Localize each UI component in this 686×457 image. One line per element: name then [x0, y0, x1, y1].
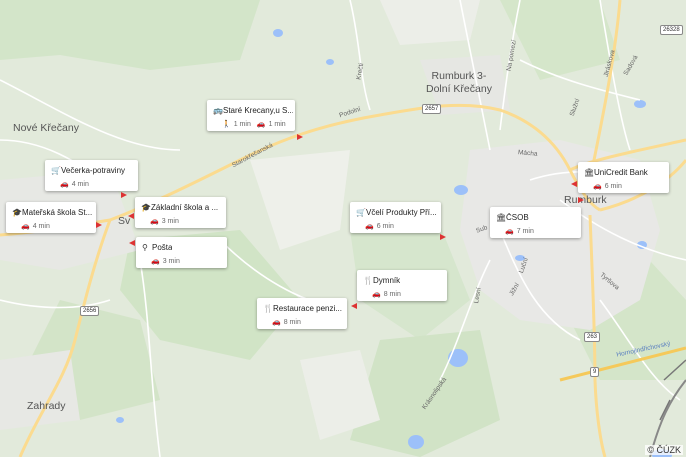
poi-drive-time: 8 min — [283, 319, 301, 326]
place-label-nove-krecany: Nové Křečany — [13, 122, 79, 134]
car-icon: 🚗 — [151, 258, 160, 265]
poi-drive-time: 7 min — [516, 228, 534, 235]
place-label-zahrady: Zahrady — [27, 400, 66, 412]
poi-drive-time: 3 min — [161, 218, 179, 225]
poi-name: Restaurace penzi... — [273, 304, 342, 313]
car-icon: 🚗 — [272, 319, 281, 326]
poi-card-vceli-produkty[interactable]: 🛒Včelí Produkty Pří... 🚗 6 min — [350, 202, 441, 233]
car-icon: 🚗 — [365, 223, 374, 230]
poi-name: Pošta — [152, 243, 173, 252]
road-shield-2657: 2657 — [422, 104, 442, 114]
car-icon: 🚗 — [256, 121, 266, 128]
bus-icon: 🚌 — [213, 106, 223, 115]
poi-pin-csob[interactable] — [578, 197, 584, 203]
post-icon: ⚲ — [142, 243, 148, 252]
car-icon: 🚗 — [593, 183, 602, 190]
restaurant-icon: 🍴 — [263, 304, 273, 313]
place-label-rumburk: Rumburk — [564, 194, 607, 206]
car-icon: 🚗 — [150, 218, 159, 225]
poi-pin-dymnik[interactable] — [351, 303, 357, 309]
road-shield-263: 263 — [584, 332, 601, 342]
map-copyright: © ČÚZK — [645, 445, 683, 455]
poi-drive-time: 4 min — [32, 223, 50, 230]
poi-pin-materska-skola[interactable] — [96, 222, 102, 228]
walk-icon: 🚶 — [222, 121, 231, 128]
poi-name: ČSOB — [506, 213, 529, 222]
poi-name: UniCredit Bank — [594, 168, 648, 177]
poi-name: Večerka-potraviny — [61, 166, 126, 175]
road-shield-9: 9 — [590, 367, 600, 377]
map-canvas[interactable] — [0, 0, 686, 457]
poi-drive-time: 8 min — [383, 291, 401, 298]
poi-card-unicredit[interactable]: 🏛UniCredit Bank 🚗 6 min — [578, 162, 669, 193]
poi-name: Staré Krecany,u S... — [223, 106, 293, 115]
cart-icon: 🛒 — [51, 166, 61, 175]
poi-name: Včelí Produkty Pří... — [366, 208, 437, 217]
poi-card-bus-stop[interactable]: 🚌Staré Krecany,u S... 🚶 1 min 🚗 1 min — [207, 100, 295, 131]
poi-drive-time: 6 min — [604, 183, 622, 190]
bank-icon: 🏛 — [496, 213, 507, 222]
car-icon: 🚗 — [372, 291, 381, 298]
poi-card-vecerka[interactable]: 🛒Večerka-potraviny 🚗 4 min — [45, 160, 138, 191]
poi-pin-zakladni-skola[interactable] — [128, 213, 134, 219]
poi-name: Dymník — [373, 276, 401, 285]
poi-pin-unicredit[interactable] — [571, 181, 577, 187]
poi-name: Základní škola a ... — [151, 203, 219, 212]
school-icon: 🎓 — [12, 208, 22, 217]
poi-drive-time: 4 min — [71, 181, 89, 188]
poi-pin-vecerka[interactable] — [121, 192, 127, 198]
car-icon: 🚗 — [60, 181, 69, 188]
restaurant-icon: 🍴 — [363, 276, 373, 285]
poi-drive-time: 3 min — [162, 258, 180, 265]
poi-pin-bus-stop[interactable] — [297, 134, 303, 140]
car-icon: 🚗 — [505, 228, 514, 235]
bank-icon: 🏛 — [584, 168, 595, 177]
road-shield-26328: 26328 — [660, 25, 683, 35]
poi-card-zakladni-skola[interactable]: 🎓Základní škola a ... 🚗 3 min — [135, 197, 226, 228]
poi-pin-vceli-produkty[interactable] — [440, 234, 446, 240]
poi-card-csob[interactable]: 🏛ČSOB 🚗 7 min — [490, 207, 581, 238]
poi-card-dymnik[interactable]: 🍴Dymník 🚗 8 min — [357, 270, 447, 301]
school-icon: 🎓 — [141, 203, 151, 212]
poi-walk-time: 1 min — [233, 121, 251, 128]
poi-card-materska-skola[interactable]: 🎓Mateřská škola St... 🚗 4 min — [6, 202, 96, 233]
car-icon: 🚗 — [21, 223, 30, 230]
place-label-rumburk-3: Rumburk 3- Dolní Křečany — [426, 70, 492, 95]
poi-drive-time: 6 min — [376, 223, 394, 230]
road-shield-2656: 2656 — [80, 306, 100, 316]
poi-drive-time: 1 min — [268, 121, 286, 128]
poi-pin-posta[interactable] — [129, 240, 135, 246]
cart-icon: 🛒 — [356, 208, 366, 217]
poi-card-posta[interactable]: ⚲ Pošta 🚗 3 min — [136, 237, 227, 268]
poi-card-restaurace[interactable]: 🍴Restaurace penzi... 🚗 8 min — [257, 298, 347, 329]
poi-name: Mateřská škola St... — [22, 208, 93, 217]
